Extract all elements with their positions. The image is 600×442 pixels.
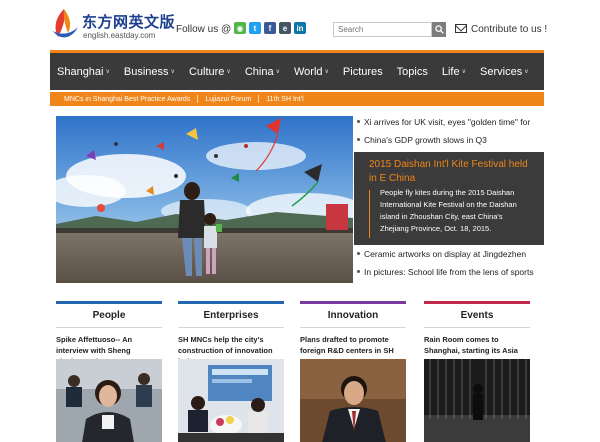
rain-room-photo	[424, 359, 530, 442]
category-headline[interactable]: Plans drafted to promote foreign R&D cen…	[300, 334, 406, 356]
divider	[258, 95, 260, 103]
nav-label: Culture	[188, 65, 225, 78]
divider	[369, 190, 370, 238]
nav-item-shanghai[interactable]: Shanghai ∨	[50, 53, 117, 90]
nav-label: Topics	[396, 65, 428, 78]
kite-festival-image	[56, 116, 353, 283]
chevron-down-icon: ∨	[524, 69, 529, 75]
wechat-icon[interactable]: ◉	[234, 22, 246, 34]
category-accent-bar	[424, 301, 530, 304]
search-icon	[434, 25, 444, 34]
follow-us-label: Follow us @	[176, 24, 232, 35]
divider	[300, 327, 406, 328]
topic-link[interactable]: 11th SH Int'l	[266, 96, 303, 103]
category-accent-bar	[56, 301, 162, 304]
nav-item-business[interactable]: Business ∨	[117, 53, 182, 90]
site-header: 东方网英文版 english.eastday.com Follow us @ ◉…	[0, 0, 600, 50]
hero-photo[interactable]	[56, 116, 353, 283]
official-photo	[300, 359, 406, 442]
topic-bar: MNCs in Shanghai Best Practice Awards Lu…	[50, 92, 544, 106]
nav-item-culture[interactable]: Culture ∨	[182, 53, 238, 90]
category-enterprises: Enterprises SH MNCs help the city's cons…	[178, 301, 284, 442]
contribute-link[interactable]: Contribute to us !	[471, 24, 547, 35]
divider	[197, 95, 199, 103]
nav-label: China	[244, 65, 274, 78]
nav-item-topics[interactable]: Topics	[390, 53, 435, 90]
featured-story[interactable]: 2015 Daishan Int'l Kite Festival held in…	[354, 152, 544, 245]
chevron-down-icon: ∨	[275, 69, 280, 75]
category-title[interactable]: Enterprises	[178, 310, 284, 321]
headline-link[interactable]: China's GDP growth slows in Q3	[357, 135, 487, 145]
linkedin-icon[interactable]: in	[294, 22, 306, 34]
divider	[178, 327, 284, 328]
category-photo[interactable]	[56, 359, 162, 442]
chevron-down-icon: ∨	[226, 69, 231, 75]
category-accent-bar	[178, 301, 284, 304]
nav-item-world[interactable]: World ∨	[287, 53, 336, 90]
nav-label: Shanghai	[57, 65, 104, 78]
category-title[interactable]: Innovation	[300, 310, 406, 321]
category-accent-bar	[300, 301, 406, 304]
nav-label: World	[293, 65, 323, 78]
chevron-down-icon: ∨	[324, 69, 329, 75]
nav-label: Services	[480, 65, 523, 78]
logo-mark-icon	[53, 9, 78, 38]
logo-english-text: english.eastday.com	[83, 31, 156, 40]
forum-photo	[178, 359, 284, 442]
category-title[interactable]: Events	[424, 310, 530, 321]
headline-link[interactable]: Xi arrives for UK visit, eyes "golden ti…	[356, 117, 530, 127]
category-photo[interactable]	[300, 359, 406, 442]
nav-item-life[interactable]: Life ∨	[435, 53, 473, 90]
category-people: People Spike Affettuoso-- An interview w…	[56, 301, 162, 442]
envelope-icon[interactable]	[455, 24, 467, 33]
search-input[interactable]	[333, 22, 432, 37]
divider	[424, 327, 530, 328]
chevron-down-icon: ∨	[461, 69, 467, 75]
twitter-icon[interactable]: t	[249, 22, 261, 34]
featured-story-summary: People fly kites during the 2015 Daishan…	[380, 188, 517, 233]
site-logo[interactable]: 东方网英文版 english.eastday.com	[50, 7, 175, 43]
chevron-down-icon: ∨	[170, 69, 175, 75]
topic-link[interactable]: Lujiazui Forum	[205, 96, 251, 103]
category-title[interactable]: People	[56, 310, 162, 321]
category-events: Events Rain Room comes to Shanghai, star…	[424, 301, 530, 442]
nav-item-services[interactable]: Services ∨	[473, 53, 536, 90]
logo-chinese-text: 东方网英文版	[82, 13, 176, 31]
topic-link[interactable]: MNCs in Shanghai Best Practice Awards	[64, 96, 190, 103]
category-innovation: Innovation Plans drafted to promote fore…	[300, 301, 406, 442]
category-photo[interactable]	[178, 359, 284, 442]
main-nav: Shanghai ∨ Business ∨ Culture ∨ China ∨ Worl…	[50, 50, 544, 90]
weibo-icon[interactable]: e	[279, 22, 291, 34]
headline-link[interactable]: Ceramic artworks on display at Jingdezhe…	[356, 249, 526, 259]
category-photo[interactable]	[424, 359, 530, 442]
chevron-down-icon: ∨	[105, 69, 110, 75]
nav-label: Pictures	[342, 65, 383, 78]
search-button[interactable]	[432, 22, 446, 37]
nav-label: Business	[123, 65, 169, 78]
featured-story-title[interactable]: 2015 Daishan Int'l Kite Festival held in…	[369, 158, 534, 186]
facebook-icon[interactable]: f	[264, 22, 276, 34]
nav-label: Life	[441, 65, 460, 78]
nav-item-china[interactable]: China ∨	[238, 53, 287, 90]
divider	[56, 327, 162, 328]
headline-link[interactable]: In pictures: School life from the lens o…	[357, 267, 534, 277]
interview-photo	[56, 359, 162, 442]
social-links: ◉ t f e in	[234, 22, 306, 34]
nav-item-pictures[interactable]: Pictures	[336, 53, 390, 90]
